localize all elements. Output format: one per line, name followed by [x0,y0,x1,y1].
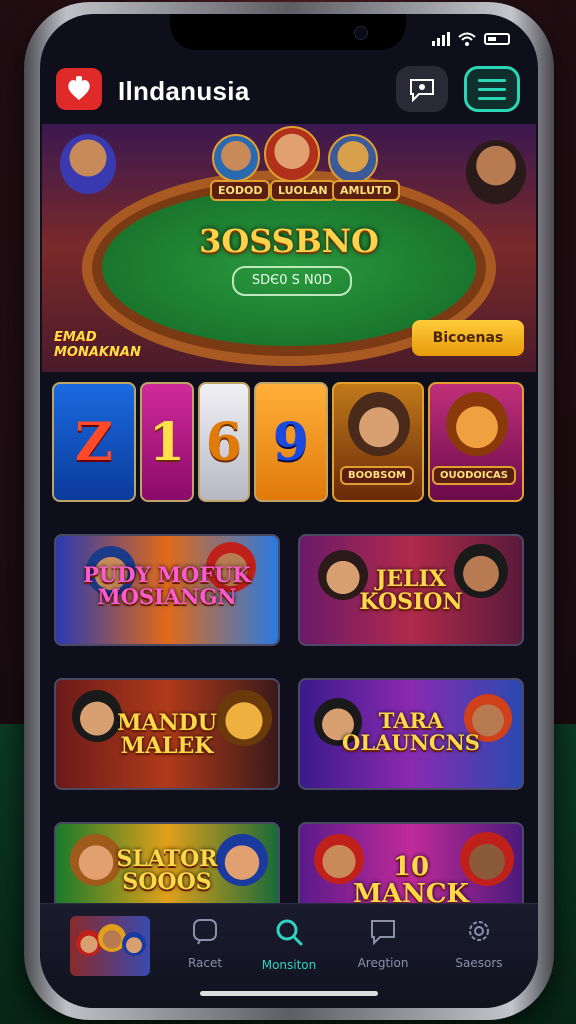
hero-title: 3OSSBNO [199,222,379,260]
hero-character-left [60,134,116,194]
tab-label: Aregtion [357,956,409,970]
hero-sticker: EMAD MONAKNAN [54,330,141,360]
slot-reel[interactable]: 6 [198,382,250,502]
tab-monsiton[interactable]: Monsiton [244,916,334,972]
phone-screen: Ilndanusia EODOD LUOLAN AMLUTD 3OSSBNO S… [40,14,538,1008]
hero-plaque-3: AMLUTD [332,180,400,201]
slot-reel[interactable]: Z [52,382,136,502]
game-card-4[interactable]: TARA OLAUNCNS [298,678,524,790]
card-title: TARA OLAUNCNS [342,708,480,756]
profile-thumbnail[interactable] [70,916,150,976]
hero-character-right [466,140,526,204]
status-bar [432,32,510,46]
tile-label: BOOBSOM [340,466,414,485]
hamburger-menu-icon [478,78,506,82]
tab-label: Monsiton [261,958,317,972]
hero-avatar-3 [328,134,378,184]
hero-banner[interactable]: EODOD LUOLAN AMLUTD 3OSSBNO SDЄ0 S N0D E… [42,124,536,372]
notch [170,14,406,50]
game-card-1[interactable]: PUDY MOFUK MOSIANGN [54,534,280,646]
menu-button[interactable] [464,66,520,112]
slot-reel[interactable]: 9 [254,382,328,502]
chat-button[interactable] [396,66,448,112]
tab-aregtion[interactable]: Aregtion [338,916,428,970]
slot-tile-2[interactable]: OUODOICAS [428,382,524,502]
tile-character [446,392,508,456]
slot-tile-1[interactable]: BOOBSOM [332,382,424,502]
settings-gear-icon [469,921,489,941]
slot-row: Z 1 6 9 BOOBSOM OUODOICAS [52,382,526,506]
slot-reel[interactable]: 1 [140,382,194,502]
game-card-2[interactable]: JELIX KOSION [298,534,524,646]
tab-saesors[interactable]: Saesors [434,916,524,970]
card-title: SLATOR SOOOS [116,846,218,896]
avatar [122,932,146,956]
message-icon [371,920,395,946]
front-camera [354,26,368,40]
tile-label: OUODOICAS [432,466,516,485]
card-title: PUDY MOFUK MOSIANGN [83,562,251,610]
game-card-3[interactable]: MANDU MALEK [54,678,280,790]
bottom-tab-bar: Racet Monsiton Aregtion Saesors [40,903,538,1008]
hero-cta-button[interactable]: Bicoenas [412,320,524,356]
home-indicator[interactable] [200,991,378,996]
phone-frame: Ilndanusia EODOD LUOLAN AMLUTD 3OSSBNO S… [24,2,554,1020]
signal-icon [432,32,450,46]
hero-avatar-2 [264,126,320,182]
card-title: 10 MANCK [352,852,469,910]
app-name: Ilndanusia [118,76,250,106]
card-title: JELIX KOSION [359,566,463,616]
wifi-icon [458,32,476,46]
hero-avatar-1 [212,134,260,182]
chat-square-icon [193,919,217,945]
tab-label: Racet [187,956,223,970]
chat-bubble-icon [410,79,434,102]
hero-plaque-1: EODOD [210,180,271,201]
hero-subtitle-pill[interactable]: SDЄ0 S N0D [232,266,352,296]
card-suit-logo-icon[interactable] [56,68,102,110]
app-header: Ilndanusia [40,62,538,122]
search-icon [276,919,303,946]
battery-icon [484,33,510,45]
tab-racet[interactable]: Racet [160,916,250,970]
hero-plaque-2: LUOLAN [270,180,336,201]
tile-character [348,392,410,456]
tab-label: Saesors [455,956,503,970]
card-title: MANDU MALEK [117,710,217,760]
